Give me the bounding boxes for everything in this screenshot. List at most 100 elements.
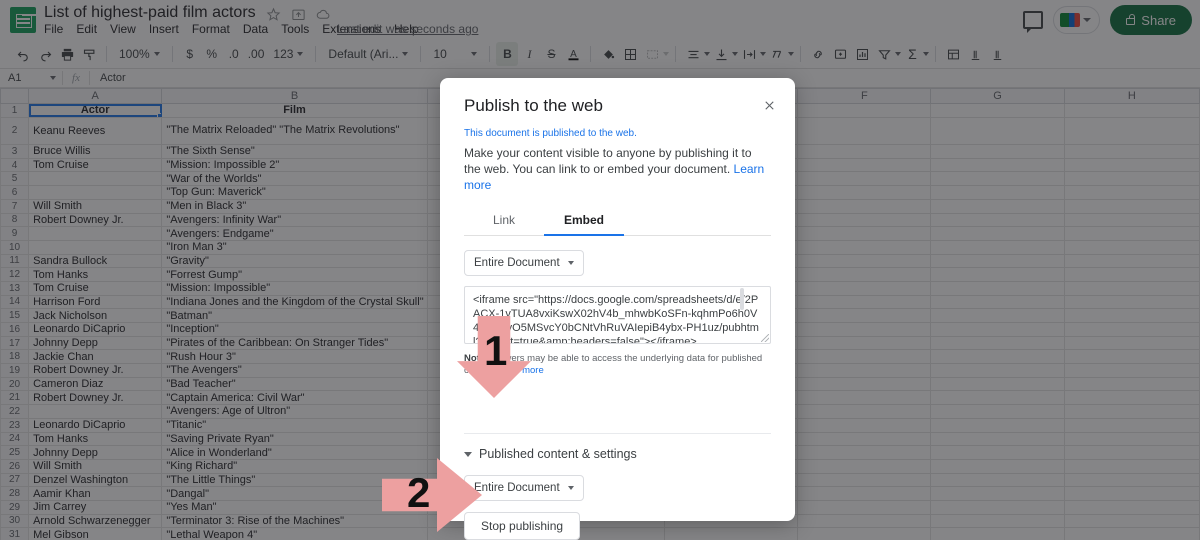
cell-g[interactable] (931, 145, 1064, 159)
row-header[interactable]: 28 (1, 487, 29, 501)
bold-button[interactable]: B (496, 42, 518, 66)
row-header[interactable]: 16 (1, 323, 29, 337)
cell-h[interactable] (1064, 145, 1199, 159)
cell-g[interactable] (931, 309, 1064, 323)
horizontal-align-icon[interactable] (682, 42, 704, 66)
cell-actor[interactable]: Jackie Chan (29, 350, 162, 364)
cell-f[interactable] (798, 213, 931, 227)
vertical-align-icon[interactable] (710, 42, 732, 66)
cell-actor[interactable]: Tom Cruise (29, 281, 162, 295)
row-header[interactable]: 24 (1, 432, 29, 446)
cell-f[interactable] (798, 158, 931, 172)
row-header[interactable]: 26 (1, 459, 29, 473)
cell-film[interactable]: "Avengers: Infinity War" (162, 213, 427, 227)
cell-g[interactable] (931, 350, 1064, 364)
cell-g[interactable] (931, 377, 1064, 391)
font-size-select[interactable]: 10 (427, 43, 483, 65)
cell-h[interactable] (1064, 364, 1199, 378)
cell-h[interactable] (1064, 459, 1199, 473)
cell-film[interactable]: "Avengers: Endgame" (162, 227, 427, 241)
cell-actor[interactable]: Aamir Khan (29, 487, 162, 501)
cell-actor[interactable]: Will Smith (29, 199, 162, 213)
cell-film[interactable]: "Mission: Impossible" (162, 281, 427, 295)
cell-actor[interactable]: Johnny Depp (29, 336, 162, 350)
cell-film[interactable]: "Forrest Gump" (162, 268, 427, 282)
row-header[interactable]: 23 (1, 418, 29, 432)
cell-film[interactable]: "Men in Black 3" (162, 199, 427, 213)
cell-g[interactable] (931, 514, 1064, 528)
cell-h[interactable] (1064, 172, 1199, 186)
cell-actor[interactable]: Mel Gibson (29, 528, 162, 540)
cell-f[interactable] (798, 473, 931, 487)
column-header-b[interactable]: B (162, 89, 427, 104)
cell-film[interactable]: "Batman" (162, 309, 427, 323)
row-header[interactable]: 11 (1, 254, 29, 268)
decrease-decimal-button[interactable]: .0 (223, 42, 245, 66)
cell-g[interactable] (931, 446, 1064, 460)
row-header[interactable]: 9 (1, 227, 29, 241)
insert-link-icon[interactable] (807, 42, 829, 66)
cell-h[interactable] (1064, 323, 1199, 337)
cell-h[interactable] (1064, 487, 1199, 501)
merge-cells-icon[interactable] (641, 42, 663, 66)
row-header[interactable]: 6 (1, 186, 29, 200)
cell-g[interactable] (931, 254, 1064, 268)
menu-format[interactable]: Format (192, 22, 230, 36)
row-header[interactable]: 22 (1, 405, 29, 419)
cell-f[interactable] (798, 186, 931, 200)
cell-f[interactable] (798, 240, 931, 254)
cell-f[interactable] (798, 336, 931, 350)
cell-g[interactable] (931, 213, 1064, 227)
row-header[interactable]: 4 (1, 158, 29, 172)
published-content-settings-toggle[interactable]: Published content & settings (464, 447, 771, 461)
cell-h[interactable] (1064, 377, 1199, 391)
cell-h[interactable] (1064, 473, 1199, 487)
cell-actor[interactable]: Denzel Washington (29, 473, 162, 487)
cell-actor[interactable] (29, 405, 162, 419)
zoom-select[interactable]: 100% (113, 43, 166, 65)
cell-f[interactable] (798, 377, 931, 391)
cell-g[interactable] (931, 473, 1064, 487)
cell-film[interactable]: Film (162, 104, 427, 118)
row-header[interactable]: 15 (1, 309, 29, 323)
cell-h[interactable] (1064, 309, 1199, 323)
cell-f[interactable] (798, 350, 931, 364)
cell-h[interactable] (1064, 418, 1199, 432)
cell-actor[interactable]: Robert Downey Jr. (29, 391, 162, 405)
cell-g[interactable] (931, 323, 1064, 337)
cell-f[interactable] (798, 117, 931, 144)
code-scrollbar[interactable] (740, 288, 744, 310)
row-header[interactable]: 2 (1, 117, 29, 144)
document-title[interactable]: List of highest-paid film actors (44, 4, 256, 22)
row-header[interactable]: 18 (1, 350, 29, 364)
cell-h[interactable] (1064, 405, 1199, 419)
cell-h[interactable] (1064, 158, 1199, 172)
text-rotation-icon[interactable] (766, 42, 788, 66)
cell-film[interactable]: "Captain America: Civil War" (162, 391, 427, 405)
paint-format-icon[interactable] (78, 42, 100, 66)
text-wrap-icon[interactable] (738, 42, 760, 66)
cell-g[interactable] (931, 418, 1064, 432)
borders-icon[interactable] (619, 42, 641, 66)
row-header[interactable]: 19 (1, 364, 29, 378)
fill-color-icon[interactable] (597, 42, 619, 66)
cell-g[interactable] (931, 432, 1064, 446)
italic-button[interactable]: I (518, 42, 540, 66)
cell-film[interactable]: "War of the Worlds" (162, 172, 427, 186)
cloud-saved-icon[interactable] (316, 7, 331, 22)
cell-actor[interactable]: Robert Downey Jr. (29, 364, 162, 378)
star-icon[interactable] (266, 7, 281, 22)
cell-actor[interactable]: Harrison Ford (29, 295, 162, 309)
cell-actor[interactable]: Sandra Bullock (29, 254, 162, 268)
cell-g[interactable] (931, 336, 1064, 350)
row-header[interactable]: 25 (1, 446, 29, 460)
cell-f[interactable] (798, 405, 931, 419)
row-header[interactable]: 3 (1, 145, 29, 159)
cell-actor[interactable]: Tom Hanks (29, 268, 162, 282)
percent-format-button[interactable]: % (201, 42, 223, 66)
last-edit-status[interactable]: Last edit was seconds ago (337, 22, 478, 36)
cell-g[interactable] (931, 199, 1064, 213)
cell-g[interactable] (931, 487, 1064, 501)
cell-f[interactable] (798, 199, 931, 213)
cell-f[interactable] (798, 487, 931, 501)
